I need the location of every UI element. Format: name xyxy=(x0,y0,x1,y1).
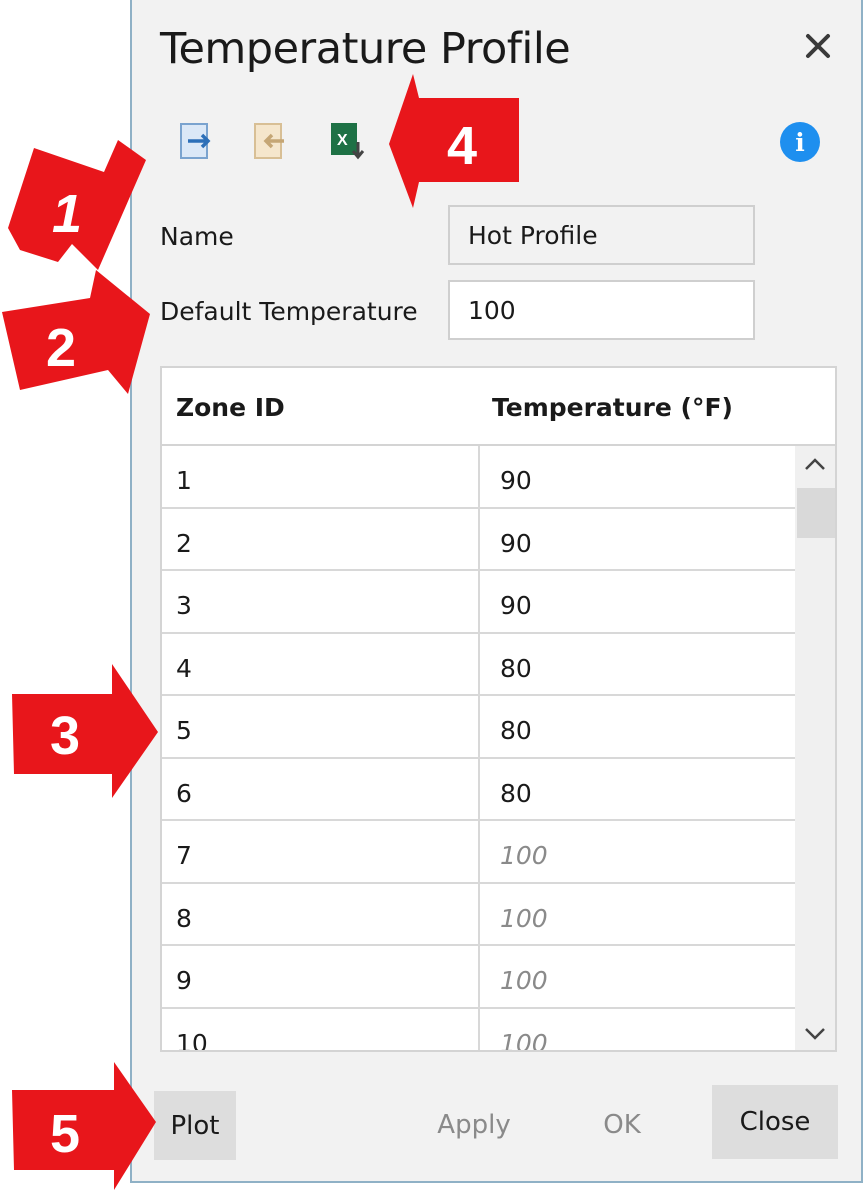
excel-export-icon[interactable]: X xyxy=(325,118,369,164)
table-row[interactable]: 4 80 xyxy=(162,633,795,696)
temperature-cell[interactable]: 90 xyxy=(478,446,795,507)
table-row[interactable]: 6 80 xyxy=(162,758,795,821)
temperature-cell[interactable]: 80 xyxy=(478,758,795,819)
temperature-cell[interactable]: 90 xyxy=(478,508,795,569)
table-row[interactable]: 5 80 xyxy=(162,696,795,759)
scroll-up-icon[interactable] xyxy=(795,446,835,482)
apply-button[interactable]: Apply xyxy=(414,1092,534,1158)
callout-number-5: 5 xyxy=(50,1104,80,1164)
column-header-temperature: Temperature (°F) xyxy=(492,393,733,422)
column-header-zone-id: Zone ID xyxy=(176,393,285,422)
scroll-down-icon[interactable] xyxy=(795,1016,835,1050)
zone-id-cell: 8 xyxy=(176,903,192,933)
table-row[interactable]: 3 90 xyxy=(162,571,795,634)
zone-id-cell: 3 xyxy=(176,591,192,620)
callout-number-2: 2 xyxy=(46,318,76,378)
temperature-value: 80 xyxy=(500,653,532,683)
callout-arrow-2: 2 xyxy=(2,270,150,394)
temperature-value: 80 xyxy=(500,778,532,808)
zone-id-cell: 7 xyxy=(176,841,192,870)
callout-arrow-3: 3 xyxy=(12,664,158,798)
close-icon[interactable] xyxy=(796,24,840,68)
temperature-cell[interactable]: 100 xyxy=(478,1008,795,1052)
callout-number-4: 4 xyxy=(447,116,477,176)
zone-id-cell: 10 xyxy=(176,1028,208,1052)
temperature-cell[interactable]: 80 xyxy=(478,696,795,757)
vertical-scrollbar[interactable] xyxy=(795,446,835,1050)
dialog-title: Temperature Profile xyxy=(160,24,571,74)
info-icon[interactable]: i xyxy=(780,122,820,162)
temperature-cell[interactable]: 90 xyxy=(478,571,795,632)
table-row[interactable]: 2 90 xyxy=(162,508,795,571)
temperature-value: 90 xyxy=(500,466,532,495)
svg-text:X: X xyxy=(337,132,348,149)
temperature-value: 90 xyxy=(500,528,532,558)
close-button[interactable]: Close xyxy=(712,1085,838,1159)
callout-arrow-1: 1 xyxy=(8,140,146,270)
import-icon[interactable] xyxy=(174,118,218,164)
table-row[interactable]: 1 90 xyxy=(162,446,795,509)
plot-button[interactable]: Plot xyxy=(154,1091,236,1160)
name-value: Hot Profile xyxy=(468,220,598,250)
zone-id-cell: 5 xyxy=(176,716,192,745)
zone-id-cell: 9 xyxy=(176,966,192,995)
temperature-cell[interactable]: 80 xyxy=(478,633,795,694)
zone-id-cell: 2 xyxy=(176,528,192,558)
callout-arrow-5: 5 xyxy=(12,1062,156,1190)
table-body: 1 90 2 90 3 90 4 80 5 80 6 80 7 100 8 100 9 100 10 100 xyxy=(162,446,795,1052)
name-label: Name xyxy=(160,222,234,251)
zone-id-cell: 1 xyxy=(176,466,192,495)
callout-number-1: 1 xyxy=(52,184,82,244)
temperature-value: 100 xyxy=(500,841,548,870)
zone-id-cell: 4 xyxy=(176,653,192,683)
table-row[interactable]: 10 100 xyxy=(162,1008,795,1052)
zone-id-cell: 6 xyxy=(176,778,192,808)
ok-button[interactable]: OK xyxy=(582,1092,662,1158)
temperature-cell[interactable]: 100 xyxy=(478,946,795,1007)
callout-arrow-4: 4 xyxy=(389,74,519,208)
table-row[interactable]: 8 100 xyxy=(162,883,795,946)
zone-temperature-table: Zone ID Temperature (°F) 1 90 2 90 3 90 4 80 5 80… xyxy=(160,366,837,1052)
temperature-cell[interactable]: 100 xyxy=(478,883,795,944)
temperature-cell[interactable]: 100 xyxy=(478,821,795,882)
table-row[interactable]: 7 100 xyxy=(162,821,795,884)
table-header: Zone ID Temperature (°F) xyxy=(162,368,835,446)
callout-number-3: 3 xyxy=(50,706,80,766)
name-field[interactable]: Hot Profile xyxy=(448,205,755,265)
scrollbar-thumb[interactable] xyxy=(797,488,835,538)
table-row[interactable]: 9 100 xyxy=(162,946,795,1009)
temperature-value: 100 xyxy=(500,1028,548,1052)
temperature-value: 80 xyxy=(500,716,532,745)
temperature-value: 100 xyxy=(500,966,548,995)
default-temperature-field[interactable]: 100 xyxy=(448,280,755,340)
default-temperature-value: 100 xyxy=(468,295,516,325)
default-temperature-label: Default Temperature xyxy=(160,297,418,326)
temperature-value: 90 xyxy=(500,591,532,620)
temperature-value: 100 xyxy=(500,903,548,933)
export-icon[interactable] xyxy=(248,118,292,164)
